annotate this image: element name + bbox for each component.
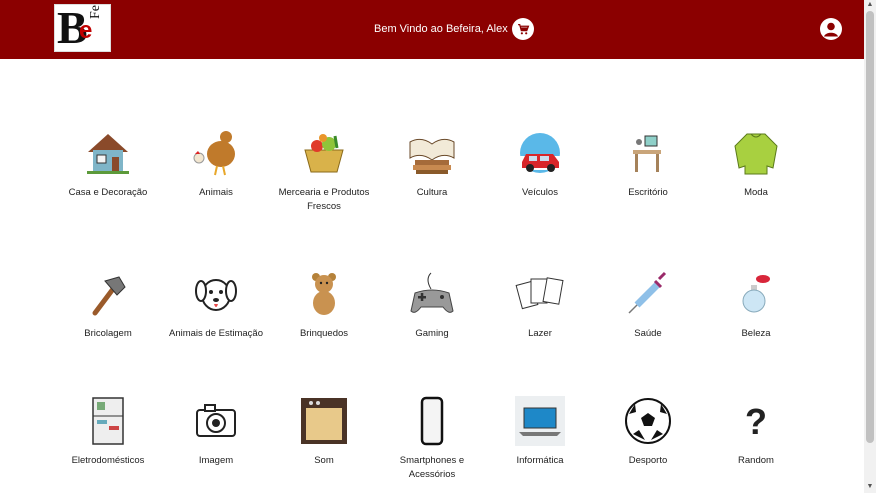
- category-label: Desporto: [628, 455, 668, 466]
- category-imagem[interactable]: Imagem: [166, 396, 266, 468]
- category-brinquedos[interactable]: Brinquedos: [274, 269, 374, 341]
- category-label: Som: [314, 455, 334, 466]
- camera-icon: [196, 404, 236, 437]
- top-header: B e Feira Bem Vindo ao Befeira, Alex: [0, 0, 864, 59]
- category-label: Eletrodomésticos: [71, 455, 145, 466]
- laptop-icon: [515, 396, 565, 446]
- category-escritorio[interactable]: Escritório: [598, 128, 698, 200]
- category-random[interactable]: ? Random: [706, 396, 806, 468]
- category-moda[interactable]: Moda: [706, 128, 806, 200]
- speaker-icon: [301, 398, 347, 444]
- syringe-icon: [628, 271, 667, 314]
- shopping-cart-icon[interactable]: [512, 18, 534, 40]
- sweater-icon: [734, 133, 778, 175]
- scrollbar-thumb[interactable]: [866, 11, 874, 443]
- category-label: Lazer: [528, 328, 552, 339]
- scroll-up-arrow-icon[interactable]: ▲: [866, 0, 874, 10]
- scroll-down-arrow-icon[interactable]: ▼: [866, 482, 874, 492]
- category-veiculos[interactable]: Veículos: [490, 128, 590, 200]
- category-gaming[interactable]: Gaming: [382, 269, 482, 341]
- hammer-icon: [92, 276, 126, 316]
- category-animais[interactable]: Animais: [166, 128, 266, 200]
- playing-cards-icon: [515, 277, 564, 310]
- category-label: Brinquedos: [299, 328, 349, 339]
- category-label: Animais: [199, 187, 233, 198]
- category-eletrodomesticos[interactable]: Eletrodomésticos: [58, 396, 158, 468]
- category-lazer[interactable]: Lazer: [490, 269, 590, 341]
- gamepad-icon: [410, 272, 454, 313]
- category-label: Smartphones e Acessórios: [399, 455, 465, 480]
- category-label: Bricolagem: [84, 328, 132, 339]
- svg-text:?: ?: [745, 401, 767, 442]
- category-label: Imagem: [198, 455, 234, 466]
- category-label: Mercearia e Produtos Frescos: [278, 187, 370, 212]
- smartphone-icon: [420, 396, 444, 446]
- category-label: Escritório: [628, 187, 668, 198]
- teddy-bear-icon: [312, 273, 336, 315]
- logo-text-feira: Feira: [88, 4, 103, 19]
- category-saude[interactable]: Saúde: [598, 269, 698, 341]
- refrigerator-icon: [92, 397, 124, 445]
- category-label: Moda: [744, 187, 768, 198]
- category-label: Veículos: [522, 187, 558, 198]
- question-mark-icon: ?: [745, 401, 767, 442]
- category-label: Random: [738, 455, 774, 466]
- category-casa-decoracao[interactable]: Casa e Decoração: [58, 128, 158, 200]
- grocery-basket-icon: [304, 134, 344, 173]
- car-icon: [520, 133, 560, 173]
- user-circle-icon[interactable]: [820, 18, 842, 40]
- category-mercearia[interactable]: Mercearia e Produtos Frescos: [274, 128, 374, 214]
- category-label: Informática: [516, 455, 564, 466]
- perfume-icon: [742, 275, 770, 313]
- category-bricolagem[interactable]: Bricolagem: [58, 269, 158, 341]
- category-label: Cultura: [416, 187, 448, 198]
- dog-icon: [195, 279, 237, 311]
- welcome-message: Bem Vindo ao Befeira, Alex: [374, 23, 508, 35]
- category-label: Gaming: [415, 328, 449, 339]
- soccer-ball-icon: [625, 398, 671, 444]
- category-label: Animais de Estimação: [169, 328, 263, 339]
- category-beleza[interactable]: Beleza: [706, 269, 806, 341]
- befeira-logo[interactable]: B e Feira: [54, 4, 111, 52]
- category-animais-estimacao[interactable]: Animais de Estimação: [166, 269, 266, 341]
- logo-letter-e: e: [79, 17, 93, 44]
- office-desk-icon: [633, 135, 661, 172]
- category-label: Casa e Decoração: [68, 187, 148, 198]
- chicken-icon: [193, 131, 235, 176]
- category-cultura[interactable]: Cultura: [382, 128, 482, 200]
- category-label: Beleza: [741, 328, 771, 339]
- category-informatica[interactable]: Informática: [490, 396, 590, 468]
- category-label: Saúde: [634, 328, 662, 339]
- house-icon: [87, 134, 129, 174]
- books-icon: [409, 138, 455, 174]
- category-desporto[interactable]: Desporto: [598, 396, 698, 468]
- category-smartphones[interactable]: Smartphones e Acessórios: [382, 396, 482, 482]
- category-som[interactable]: Som: [274, 396, 374, 468]
